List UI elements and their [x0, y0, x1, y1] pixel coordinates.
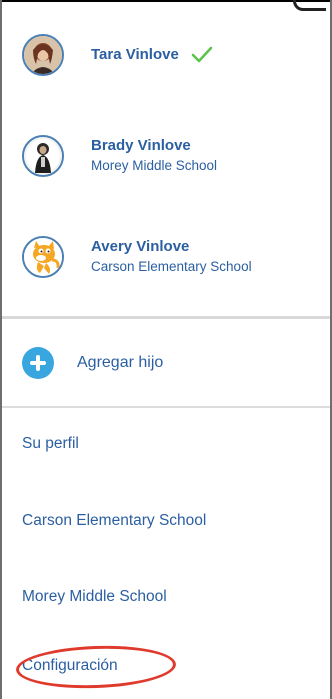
- profile-item-tara[interactable]: Tara Vinlove: [22, 30, 322, 80]
- profile-name: Avery Vinlove: [91, 238, 190, 255]
- menu-link-profile[interactable]: Su perfil: [22, 434, 79, 454]
- top-edge: [2, 0, 330, 2]
- profile-item-avery[interactable]: Avery Vinlove Carson Elementary School: [22, 232, 322, 282]
- plus-circle-icon: [22, 347, 54, 379]
- profile-name: Brady Vinlove: [91, 137, 191, 154]
- add-child-button[interactable]: Agregar hijo: [22, 343, 163, 383]
- profile-text-avery: Avery Vinlove Carson Elementary School: [91, 238, 252, 276]
- avatar-brady: [22, 135, 64, 177]
- account-switcher-menu: Tara Vinlove Brady Vinlove Morey Middle …: [0, 0, 332, 699]
- cropped-heading-glyph: [293, 0, 326, 11]
- menu-link-settings[interactable]: Configuración: [22, 656, 118, 676]
- checkmark-icon: [191, 46, 213, 63]
- section-divider: [2, 406, 330, 408]
- avatar-tara: [22, 34, 64, 76]
- section-divider: [2, 316, 330, 319]
- profile-school: Carson Elementary School: [91, 259, 252, 274]
- profile-school: Morey Middle School: [91, 158, 218, 173]
- menu-link-school-carson[interactable]: Carson Elementary School: [22, 511, 206, 531]
- profile-text-brady: Brady Vinlove Morey Middle School: [91, 137, 217, 175]
- avatar-avery: [22, 236, 64, 278]
- name-row: Tara Vinlove: [91, 46, 213, 64]
- profile-text-tara: Tara Vinlove: [91, 46, 213, 64]
- add-child-label: Agregar hijo: [77, 354, 164, 371]
- menu-link-school-morey[interactable]: Morey Middle School: [22, 587, 167, 607]
- profile-name: Tara Vinlove: [91, 46, 179, 63]
- profile-item-brady[interactable]: Brady Vinlove Morey Middle School: [22, 131, 322, 181]
